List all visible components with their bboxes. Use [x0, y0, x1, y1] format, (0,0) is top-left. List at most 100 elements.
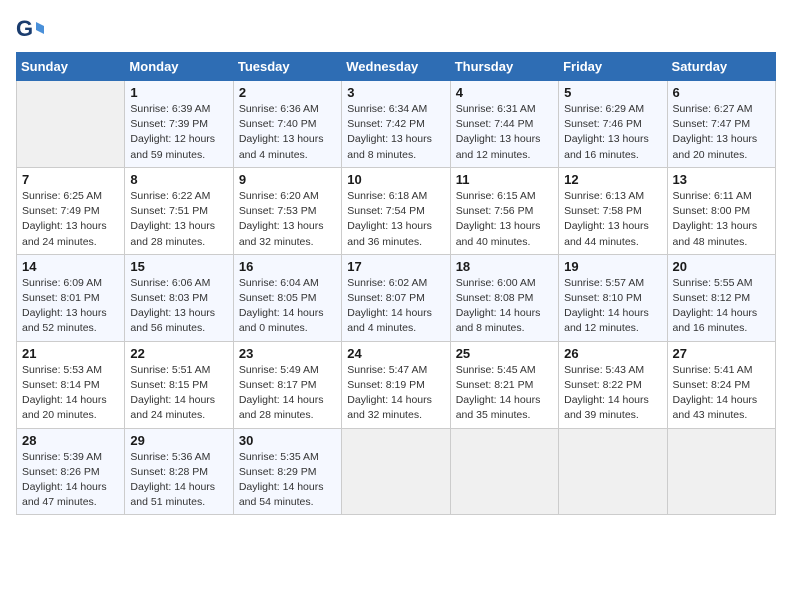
calendar-table: SundayMondayTuesdayWednesdayThursdayFrid… — [16, 52, 776, 515]
day-cell: 28 Sunrise: 5:39 AM Sunset: 8:26 PM Dayli… — [17, 428, 125, 515]
day-cell: 6 Sunrise: 6:27 AM Sunset: 7:47 PM Daylig… — [667, 81, 775, 168]
day-info: Sunrise: 6:02 AM Sunset: 8:07 PM Dayligh… — [347, 276, 444, 337]
day-info: Sunrise: 5:45 AM Sunset: 8:21 PM Dayligh… — [456, 363, 553, 424]
day-info: Sunrise: 6:06 AM Sunset: 8:03 PM Dayligh… — [130, 276, 227, 337]
day-number: 9 — [239, 172, 336, 187]
day-number: 27 — [673, 346, 770, 361]
week-row-3: 14Sunrise: 6:09 AM Sunset: 8:01 PM Dayli… — [17, 254, 776, 341]
day-number: 20 — [673, 259, 770, 274]
day-number: 6 — [673, 85, 770, 100]
day-info: Sunrise: 6:20 AM Sunset: 7:53 PM Dayligh… — [239, 189, 336, 250]
weekday-header-monday: Monday — [125, 53, 233, 81]
day-number: 3 — [347, 85, 444, 100]
day-cell: 7 Sunrise: 6:25 AM Sunset: 7:49 PM Daylig… — [17, 167, 125, 254]
day-number: 26 — [564, 346, 661, 361]
weekday-header-saturday: Saturday — [667, 53, 775, 81]
weekday-header-wednesday: Wednesday — [342, 53, 450, 81]
header: G — [16, 16, 776, 44]
week-row-4: 21 Sunrise: 5:53 AM Sunset: 8:14 PM Dayli… — [17, 341, 776, 428]
day-cell: 14Sunrise: 6:09 AM Sunset: 8:01 PM Dayli… — [17, 254, 125, 341]
day-cell: 13 Sunrise: 6:11 AM Sunset: 8:00 PM Dayli… — [667, 167, 775, 254]
weekday-header-thursday: Thursday — [450, 53, 558, 81]
day-info: Sunrise: 5:43 AM Sunset: 8:22 PM Dayligh… — [564, 363, 661, 424]
day-cell: 29 Sunrise: 5:36 AM Sunset: 8:28 PM Dayli… — [125, 428, 233, 515]
day-cell — [342, 428, 450, 515]
day-cell: 9 Sunrise: 6:20 AM Sunset: 7:53 PM Daylig… — [233, 167, 341, 254]
weekday-header-friday: Friday — [559, 53, 667, 81]
day-cell: 3Sunrise: 6:34 AM Sunset: 7:42 PM Daylig… — [342, 81, 450, 168]
day-info: Sunrise: 6:11 AM Sunset: 8:00 PM Dayligh… — [673, 189, 770, 250]
day-cell: 30 Sunrise: 5:35 AM Sunset: 8:29 PM Dayli… — [233, 428, 341, 515]
day-cell: 20Sunrise: 5:55 AM Sunset: 8:12 PM Dayli… — [667, 254, 775, 341]
day-cell — [559, 428, 667, 515]
day-info: Sunrise: 6:00 AM Sunset: 8:08 PM Dayligh… — [456, 276, 553, 337]
weekday-header-tuesday: Tuesday — [233, 53, 341, 81]
day-info: Sunrise: 6:29 AM Sunset: 7:46 PM Dayligh… — [564, 102, 661, 163]
day-cell — [667, 428, 775, 515]
day-number: 1 — [130, 85, 227, 100]
day-cell: 8 Sunrise: 6:22 AM Sunset: 7:51 PM Daylig… — [125, 167, 233, 254]
day-cell: 10Sunrise: 6:18 AM Sunset: 7:54 PM Dayli… — [342, 167, 450, 254]
day-cell: 27 Sunrise: 5:41 AM Sunset: 8:24 PM Dayli… — [667, 341, 775, 428]
day-number: 17 — [347, 259, 444, 274]
svg-text:G: G — [16, 16, 33, 41]
day-info: Sunrise: 6:13 AM Sunset: 7:58 PM Dayligh… — [564, 189, 661, 250]
day-info: Sunrise: 6:36 AM Sunset: 7:40 PM Dayligh… — [239, 102, 336, 163]
day-number: 16 — [239, 259, 336, 274]
day-number: 7 — [22, 172, 119, 187]
day-number: 19 — [564, 259, 661, 274]
day-number: 29 — [130, 433, 227, 448]
day-cell: 19 Sunrise: 5:57 AM Sunset: 8:10 PM Dayli… — [559, 254, 667, 341]
day-cell: 5 Sunrise: 6:29 AM Sunset: 7:46 PM Daylig… — [559, 81, 667, 168]
day-number: 5 — [564, 85, 661, 100]
logo: G — [16, 16, 48, 44]
day-number: 22 — [130, 346, 227, 361]
day-number: 12 — [564, 172, 661, 187]
day-cell: 11 Sunrise: 6:15 AM Sunset: 7:56 PM Dayli… — [450, 167, 558, 254]
day-info: Sunrise: 5:51 AM Sunset: 8:15 PM Dayligh… — [130, 363, 227, 424]
day-number: 18 — [456, 259, 553, 274]
day-cell: 25 Sunrise: 5:45 AM Sunset: 8:21 PM Dayli… — [450, 341, 558, 428]
day-number: 14 — [22, 259, 119, 274]
day-info: Sunrise: 5:57 AM Sunset: 8:10 PM Dayligh… — [564, 276, 661, 337]
day-number: 30 — [239, 433, 336, 448]
day-number: 11 — [456, 172, 553, 187]
week-row-1: 1 Sunrise: 6:39 AM Sunset: 7:39 PM Daylig… — [17, 81, 776, 168]
day-info: Sunrise: 6:25 AM Sunset: 7:49 PM Dayligh… — [22, 189, 119, 250]
day-cell — [17, 81, 125, 168]
day-info: Sunrise: 6:31 AM Sunset: 7:44 PM Dayligh… — [456, 102, 553, 163]
weekday-header-row: SundayMondayTuesdayWednesdayThursdayFrid… — [17, 53, 776, 81]
day-info: Sunrise: 5:47 AM Sunset: 8:19 PM Dayligh… — [347, 363, 444, 424]
day-info: Sunrise: 6:27 AM Sunset: 7:47 PM Dayligh… — [673, 102, 770, 163]
day-cell: 23 Sunrise: 5:49 AM Sunset: 8:17 PM Dayli… — [233, 341, 341, 428]
day-info: Sunrise: 5:35 AM Sunset: 8:29 PM Dayligh… — [239, 450, 336, 511]
day-cell: 18 Sunrise: 6:00 AM Sunset: 8:08 PM Dayli… — [450, 254, 558, 341]
day-info: Sunrise: 5:53 AM Sunset: 8:14 PM Dayligh… — [22, 363, 119, 424]
day-info: Sunrise: 5:36 AM Sunset: 8:28 PM Dayligh… — [130, 450, 227, 511]
logo-icon: G — [16, 16, 44, 44]
day-number: 28 — [22, 433, 119, 448]
day-info: Sunrise: 6:39 AM Sunset: 7:39 PM Dayligh… — [130, 102, 227, 163]
day-number: 21 — [22, 346, 119, 361]
day-cell: 22 Sunrise: 5:51 AM Sunset: 8:15 PM Dayli… — [125, 341, 233, 428]
day-info: Sunrise: 5:39 AM Sunset: 8:26 PM Dayligh… — [22, 450, 119, 511]
week-row-2: 7 Sunrise: 6:25 AM Sunset: 7:49 PM Daylig… — [17, 167, 776, 254]
day-cell: 2 Sunrise: 6:36 AM Sunset: 7:40 PM Daylig… — [233, 81, 341, 168]
day-cell: 26 Sunrise: 5:43 AM Sunset: 8:22 PM Dayli… — [559, 341, 667, 428]
day-number: 23 — [239, 346, 336, 361]
day-cell: 1 Sunrise: 6:39 AM Sunset: 7:39 PM Daylig… — [125, 81, 233, 168]
day-cell: 4 Sunrise: 6:31 AM Sunset: 7:44 PM Daylig… — [450, 81, 558, 168]
day-number: 8 — [130, 172, 227, 187]
day-number: 25 — [456, 346, 553, 361]
day-info: Sunrise: 5:49 AM Sunset: 8:17 PM Dayligh… — [239, 363, 336, 424]
day-cell: 12 Sunrise: 6:13 AM Sunset: 7:58 PM Dayli… — [559, 167, 667, 254]
day-number: 13 — [673, 172, 770, 187]
weekday-header-sunday: Sunday — [17, 53, 125, 81]
day-info: Sunrise: 6:22 AM Sunset: 7:51 PM Dayligh… — [130, 189, 227, 250]
day-number: 2 — [239, 85, 336, 100]
day-number: 15 — [130, 259, 227, 274]
day-info: Sunrise: 5:41 AM Sunset: 8:24 PM Dayligh… — [673, 363, 770, 424]
day-info: Sunrise: 6:15 AM Sunset: 7:56 PM Dayligh… — [456, 189, 553, 250]
day-cell: 21 Sunrise: 5:53 AM Sunset: 8:14 PM Dayli… — [17, 341, 125, 428]
day-number: 4 — [456, 85, 553, 100]
